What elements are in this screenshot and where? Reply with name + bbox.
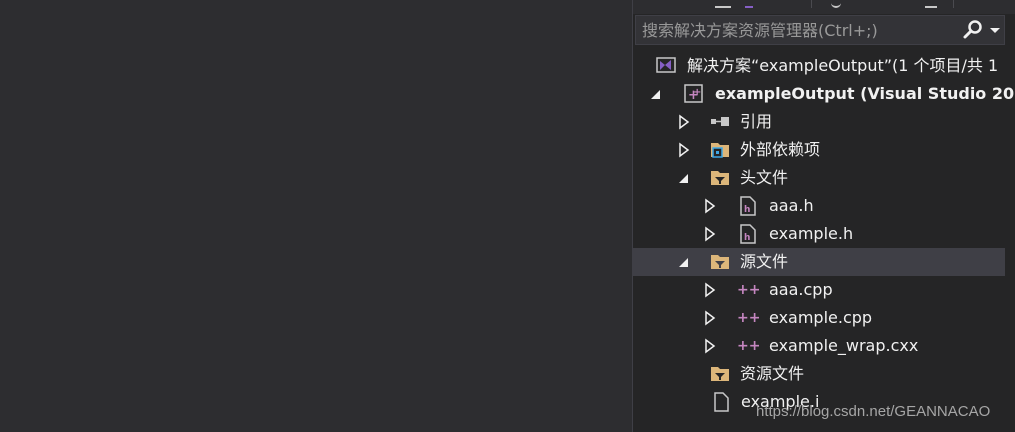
- tree-item-resource-files[interactable]: 资源文件: [633, 360, 1005, 388]
- svg-text:++: ++: [737, 282, 759, 298]
- tree-item-solution[interactable]: 解决方案“exampleOutput”(1 个项目/共 1: [633, 52, 1005, 80]
- cpp-file-icon: ++: [737, 280, 760, 300]
- expanded-arrow-icon[interactable]: [677, 254, 691, 270]
- collapsed-arrow-icon[interactable]: [703, 310, 717, 326]
- search-icon[interactable]: [962, 19, 984, 41]
- watermark: https://blog.csdn.net/GEANNACAO: [756, 403, 991, 420]
- toolbar-button-collapse[interactable]: [925, 0, 937, 8]
- collapsed-arrow-icon[interactable]: [703, 198, 717, 214]
- expanded-arrow-icon[interactable]: [677, 170, 691, 186]
- filter-folder-icon: [709, 168, 731, 188]
- filter-folder-icon: [709, 252, 731, 272]
- screen: 解决方案“exampleOutput”(1 个项目/共 1 + + exampl…: [0, 0, 1015, 432]
- tree-item-label: 头文件: [740, 168, 789, 187]
- svg-text:++: ++: [737, 310, 759, 326]
- tree-item-file[interactable]: ++ aaa.cpp: [633, 276, 1005, 304]
- tree-item-project[interactable]: + + exampleOutput (Visual Studio 201: [633, 80, 1015, 108]
- toolbar-button-vs[interactable]: [745, 0, 753, 8]
- tree-item-file[interactable]: h example.h: [633, 220, 1005, 248]
- collapsed-arrow-icon[interactable]: [677, 142, 691, 158]
- solution-explorer-toolbar: [633, 0, 1015, 14]
- svg-text:h: h: [744, 205, 750, 215]
- solution-explorer-panel: 解决方案“exampleOutput”(1 个项目/共 1 + + exampl…: [632, 0, 1015, 432]
- tree-item-file[interactable]: ++ example.cpp: [633, 304, 1005, 332]
- tree-item-label: example.cpp: [769, 308, 873, 327]
- svg-text:+: +: [693, 87, 701, 98]
- tree-item-label: example_wrap.cxx: [769, 336, 919, 355]
- references-icon: [709, 112, 731, 132]
- search-input[interactable]: [642, 19, 942, 41]
- expanded-arrow-icon[interactable]: [649, 86, 663, 102]
- header-file-icon: h: [737, 224, 759, 244]
- tree-item-references[interactable]: 引用: [633, 108, 1005, 136]
- svg-text:++: ++: [737, 338, 759, 354]
- collapsed-arrow-icon[interactable]: [677, 114, 691, 130]
- tree-item-file[interactable]: h aaa.h: [633, 192, 1005, 220]
- toolbar-button-sync[interactable]: [831, 0, 841, 8]
- file-icon: [711, 392, 733, 412]
- cpp-project-icon: + +: [683, 84, 705, 104]
- tree-item-label: 源文件: [740, 252, 789, 271]
- tree-item-label: example.h: [769, 224, 854, 243]
- toolbar-separator: [953, 0, 954, 8]
- toolbar-button-home[interactable]: [715, 0, 731, 8]
- external-dependencies-icon: [709, 140, 731, 160]
- tree-item-file[interactable]: ++ example_wrap.cxx: [633, 332, 1005, 360]
- svg-text:h: h: [744, 233, 750, 243]
- tree-item-label: aaa.cpp: [769, 280, 833, 299]
- collapsed-arrow-icon[interactable]: [703, 226, 717, 242]
- tree-item-label: 外部依赖项: [740, 140, 821, 159]
- visual-studio-solution-icon: [655, 56, 677, 76]
- collapsed-arrow-icon[interactable]: [703, 282, 717, 298]
- tree-item-source-files[interactable]: 源文件: [633, 248, 1005, 276]
- editor-area: [0, 0, 632, 432]
- tree-item-label: aaa.h: [769, 196, 814, 215]
- tree-item-label: 引用: [740, 112, 773, 131]
- filter-folder-icon: [709, 364, 731, 384]
- tree-item-label: exampleOutput (Visual Studio 201: [715, 84, 1015, 103]
- search-box: [635, 15, 1005, 45]
- chevron-down-icon[interactable]: [988, 19, 1002, 41]
- tree-item-header-files[interactable]: 头文件: [633, 164, 1005, 192]
- header-file-icon: h: [737, 196, 759, 216]
- cpp-file-icon: ++: [737, 336, 760, 356]
- toolbar-separator: [811, 0, 812, 8]
- tree-item-external-dependencies[interactable]: 外部依赖项: [633, 136, 1005, 164]
- collapsed-arrow-icon[interactable]: [703, 338, 717, 354]
- tree-item-label: 解决方案“exampleOutput”(1 个项目/共 1: [687, 56, 999, 75]
- cpp-file-icon: ++: [737, 308, 760, 328]
- tree-item-label: 资源文件: [740, 364, 805, 383]
